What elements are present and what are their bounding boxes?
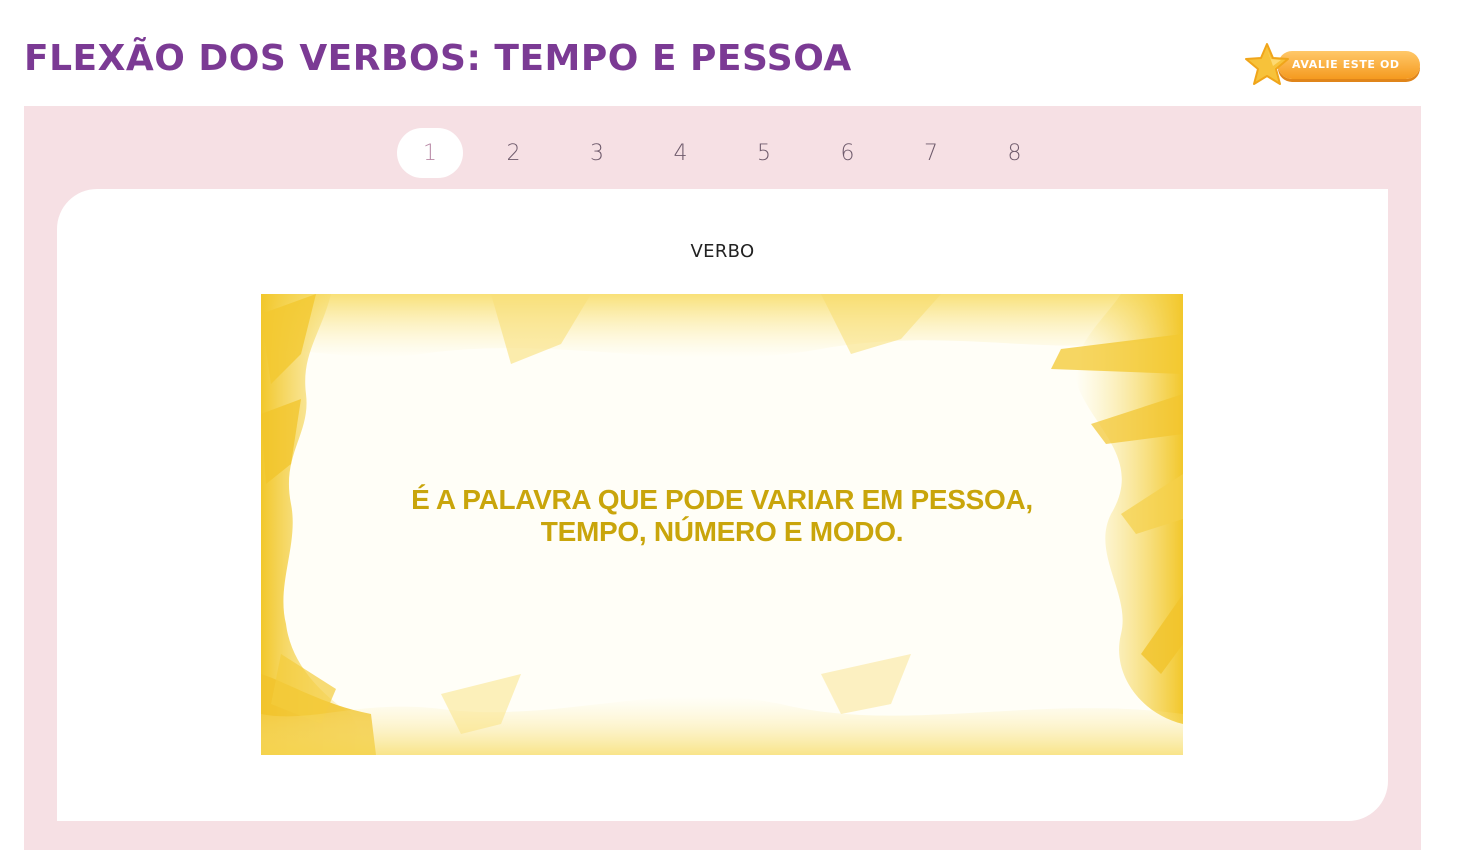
content-card: VERBO É A PALAVRA QUE PODE VARIAR EM PES… <box>57 189 1388 821</box>
slide-definition-text: É A PALAVRA QUE PODE VARIAR EM PESSOA, T… <box>261 484 1183 548</box>
page-8-button[interactable]: 8 <box>982 128 1048 178</box>
rate-button-label: AVALIE ESTE OD <box>1292 58 1400 71</box>
page-7-button[interactable]: 7 <box>898 128 964 178</box>
page-5-button[interactable]: 5 <box>731 128 797 178</box>
slide-image: É A PALAVRA QUE PODE VARIAR EM PESSOA, T… <box>261 294 1183 755</box>
slide-line-2: TEMPO, NÚMERO E MODO. <box>540 516 904 547</box>
page-4-button[interactable]: 4 <box>648 128 714 178</box>
star-icon <box>1245 43 1289 85</box>
card-heading: VERBO <box>690 241 755 262</box>
content-frame: 1 2 3 4 5 6 7 8 VERBO É A PALAVRA QUE PO… <box>24 106 1421 850</box>
page-6-button[interactable]: 6 <box>815 128 881 178</box>
slide-line-1: É A PALAVRA QUE PODE VARIAR EM PESSOA, <box>411 484 1033 515</box>
page-title: FLEXÃO DOS VERBOS: TEMPO E PESSOA <box>24 38 852 79</box>
rate-this-button[interactable]: AVALIE ESTE OD <box>1244 42 1422 86</box>
page-1-button[interactable]: 1 <box>397 128 463 178</box>
page-pagination: 1 2 3 4 5 6 7 8 <box>397 128 1065 178</box>
page-2-button[interactable]: 2 <box>481 128 547 178</box>
page-3-button[interactable]: 3 <box>564 128 630 178</box>
